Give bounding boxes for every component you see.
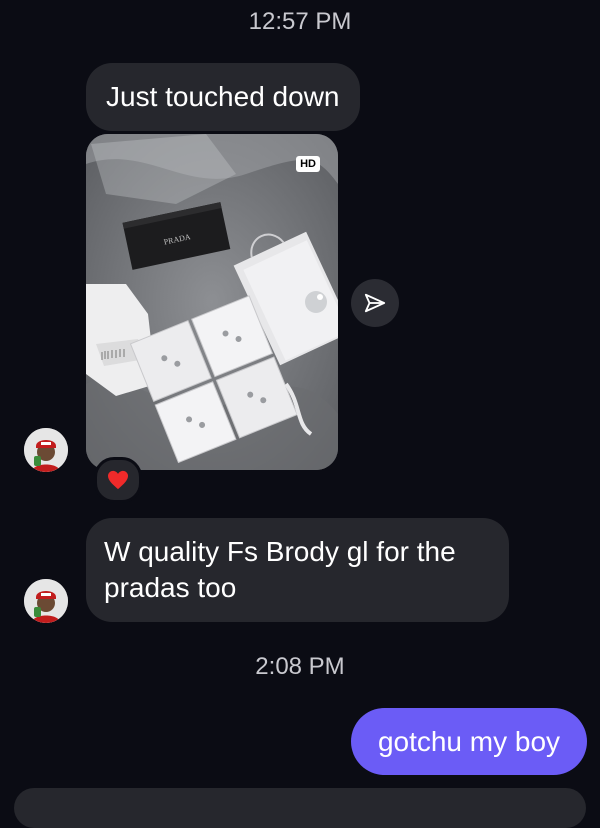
avatar-image <box>24 428 68 472</box>
timestamp: 2:08 PM <box>255 653 345 680</box>
heart-icon <box>108 470 128 490</box>
message-composer[interactable] <box>14 788 586 828</box>
photo-image: PRADA <box>86 134 338 470</box>
photo-message[interactable]: PRADA HD <box>86 134 338 470</box>
incoming-message-bubble[interactable]: W quality Fs Brody gl for the pradas too <box>86 518 509 622</box>
message-text: gotchu my boy <box>377 725 561 757</box>
avatar-image <box>24 579 68 623</box>
contact-avatar[interactable] <box>24 579 68 623</box>
share-button[interactable] <box>351 279 399 327</box>
outgoing-message-bubble[interactable]: gotchu my boy <box>351 708 587 775</box>
incoming-message-bubble[interactable]: Just touched down <box>86 63 360 131</box>
send-icon <box>364 293 386 313</box>
message-text: Just touched down <box>106 81 340 112</box>
contact-avatar[interactable] <box>24 428 68 472</box>
message-text-line: W quality Fs Brody gl for the <box>104 536 456 567</box>
message-text-line: pradas too <box>104 572 237 603</box>
heart-reaction[interactable] <box>94 457 142 503</box>
hd-badge: HD <box>296 156 320 172</box>
timestamp: 12:57 PM <box>248 8 352 35</box>
